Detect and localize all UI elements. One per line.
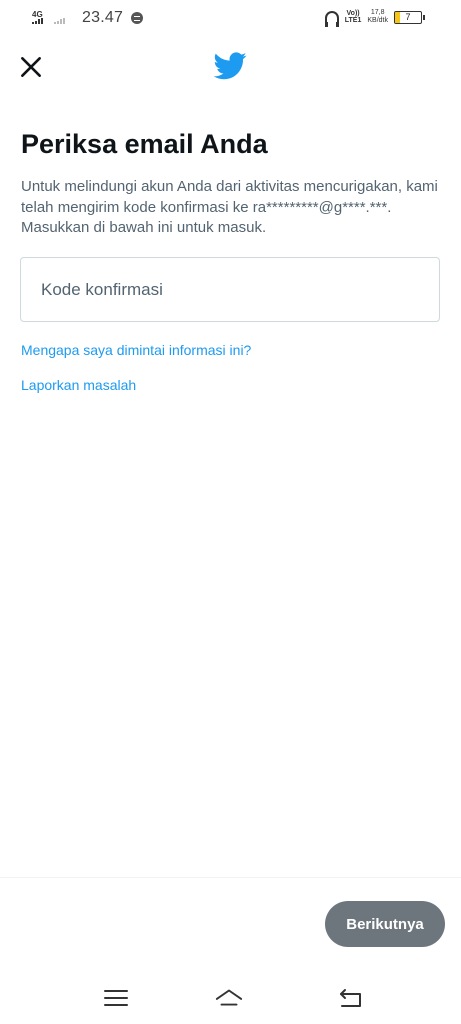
signal-icon-secondary <box>52 10 70 26</box>
close-icon[interactable] <box>18 54 44 80</box>
volte-bottom: LTE1 <box>344 17 362 24</box>
volte-indicator: Vo)) LTE1 <box>345 10 362 24</box>
twitter-bird-icon <box>214 52 247 80</box>
home-icon[interactable] <box>214 984 244 1012</box>
why-info-link[interactable]: Mengapa saya dimintai informasi ini? <box>21 342 251 358</box>
page-description: Untuk melindungi akun Anda dari aktivita… <box>21 178 438 236</box>
status-bar: 4G 23.47 Vo)) LTE1 17,8 KB/dtk 7 <box>0 0 461 36</box>
menu-icon[interactable] <box>101 984 131 1012</box>
status-bar-left: 4G 23.47 <box>32 9 144 27</box>
confirmation-code-input[interactable] <box>20 257 440 322</box>
battery-level: 7 <box>405 12 411 22</box>
volte-top: Vo)) <box>346 10 360 17</box>
back-icon[interactable] <box>336 984 366 1012</box>
status-bar-right: Vo)) LTE1 17,8 KB/dtk 7 <box>324 9 425 27</box>
system-nav-bar <box>0 976 461 1024</box>
next-button[interactable]: Berikutnya <box>325 901 445 947</box>
spotify-icon <box>131 12 144 24</box>
status-time: 23.47 <box>82 9 124 26</box>
battery-tip <box>423 14 425 20</box>
headphone-icon <box>324 11 339 27</box>
footer-divider <box>0 877 461 878</box>
page-title: Periksa email Anda <box>21 129 268 159</box>
battery-icon: 7 <box>394 10 422 24</box>
signal-icon: 4G <box>32 10 52 26</box>
report-problem-link[interactable]: Laporkan masalah <box>21 377 136 393</box>
speed-value: 17,8 <box>370 9 385 16</box>
network-speed: 17,8 KB/dtk <box>367 9 388 25</box>
battery-fill <box>395 11 401 23</box>
speed-unit: KB/dtk <box>367 17 388 24</box>
